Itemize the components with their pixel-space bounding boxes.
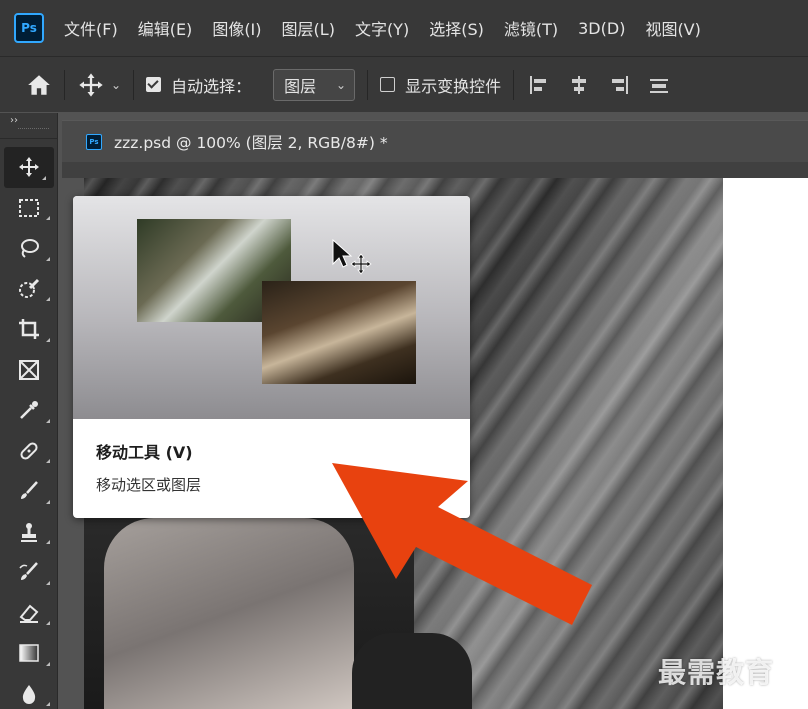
options-separator	[64, 69, 65, 100]
tool-group-indicator	[46, 499, 50, 504]
move-tool-preset-icon[interactable]	[77, 71, 105, 99]
home-icon[interactable]	[26, 72, 52, 98]
brush-tool[interactable]	[0, 471, 58, 512]
tool-group-indicator	[42, 175, 46, 180]
lasso-icon	[21, 239, 39, 259]
tool-group-indicator	[46, 621, 50, 625]
stamp-tool[interactable]	[0, 512, 58, 553]
history-brush-tool[interactable]	[0, 552, 58, 593]
blur-tool[interactable]	[0, 674, 58, 709]
tooltip-preview-animation	[73, 196, 470, 419]
menu-type[interactable]: 文字(Y)	[355, 16, 409, 40]
photoshop-window: Ps 文件(F) 编辑(E) 图像(I) 图层(L) 文字(Y) 选择(S) 滤…	[0, 0, 808, 709]
crop-tool[interactable]	[0, 309, 58, 350]
document-tab[interactable]: Ps zzz.psd @ 100% (图层 2, RGB/8#) *	[62, 120, 808, 162]
menu-bar: Ps 文件(F) 编辑(E) 图像(I) 图层(L) 文字(Y) 选择(S) 滤…	[0, 0, 808, 56]
chevron-down-icon[interactable]: ⌄	[111, 78, 121, 92]
move-icon	[19, 157, 39, 178]
chevron-down-icon: ⌄	[336, 77, 347, 92]
tool-group-indicator	[46, 661, 50, 666]
tools-panel: ››	[0, 113, 58, 709]
eraser-icon	[19, 604, 39, 623]
drop-icon	[22, 684, 36, 704]
toolbar-collapse-handle[interactable]: ››	[0, 113, 57, 139]
quick-select-icon	[19, 278, 40, 298]
rect-marquee-icon	[19, 198, 39, 217]
menu-filter[interactable]: 滤镜(T)	[504, 16, 558, 40]
dropdown-value: 图层	[284, 76, 317, 96]
auto-select-target-dropdown[interactable]: 图层 ⌄	[273, 68, 356, 101]
brush-icon	[21, 481, 38, 500]
history-brush-icon	[19, 562, 38, 581]
crop-icon	[19, 319, 39, 340]
menu-select[interactable]: 选择(S)	[429, 16, 484, 40]
tooltip-description: 移动选区或图层	[96, 476, 202, 494]
options-separator	[367, 69, 369, 100]
tooltip-preview-thumbnail	[262, 281, 416, 384]
lasso-tool[interactable]	[0, 228, 58, 269]
menu-layer[interactable]: 图层(L)	[282, 16, 335, 40]
options-separator	[133, 69, 135, 100]
marquee-tool[interactable]	[0, 188, 58, 229]
options-separator	[513, 69, 515, 100]
align-left-icon[interactable]	[526, 73, 552, 97]
image-figure-shirt	[104, 518, 354, 709]
quick-select-tool[interactable]	[0, 269, 58, 310]
ps-document-icon: Ps	[86, 133, 102, 150]
toolbar-grip[interactable]	[18, 128, 49, 131]
document-tab-title[interactable]: zzz.psd @ 100% (图层 2, RGB/8#) *	[114, 131, 388, 153]
tool-group-indicator	[46, 297, 50, 301]
ps-logo-icon[interactable]: Ps	[14, 13, 44, 43]
menu-image[interactable]: 图像(I)	[212, 16, 261, 40]
menu-file[interactable]: 文件(F)	[64, 16, 118, 40]
healing-tool[interactable]	[0, 431, 58, 472]
tool-group-indicator	[46, 216, 50, 220]
menu-view[interactable]: 视图(V)	[645, 16, 700, 40]
tool-group-indicator	[46, 459, 50, 463]
document-tab-strip	[62, 162, 808, 178]
tool-group-indicator	[46, 337, 50, 342]
red-arrow-annotation	[332, 463, 592, 625]
stamp-icon	[21, 522, 37, 542]
align-horizontal-center-icon[interactable]	[566, 73, 592, 97]
bandage-icon	[20, 442, 38, 460]
show-transform-checkbox[interactable]	[380, 77, 396, 92]
align-top-icon[interactable]	[646, 73, 672, 97]
menu-edit[interactable]: 编辑(E)	[138, 16, 193, 40]
gradient-tool[interactable]	[0, 633, 58, 674]
eyedropper-tool[interactable]	[0, 390, 58, 431]
auto-select-label: 自动选择：	[171, 76, 252, 96]
move-cursor-icon	[332, 238, 372, 275]
tool-group-indicator	[46, 540, 50, 544]
tool-group-indicator	[46, 702, 50, 706]
align-right-icon[interactable]	[606, 73, 632, 97]
move-tool[interactable]	[4, 147, 54, 188]
collapse-icon[interactable]: ››	[10, 115, 18, 126]
menu-3d[interactable]: 3D(D)	[578, 19, 625, 38]
show-transform-label: 显示变换控件	[405, 76, 502, 96]
auto-select-checkbox[interactable]	[146, 77, 162, 92]
options-bar: ⌄ 自动选择： 图层 ⌄ 显示变换控件	[0, 56, 808, 112]
tool-group-indicator	[46, 580, 50, 585]
watermark-text: 最需教育	[658, 656, 775, 689]
frame-tool[interactable]	[0, 350, 58, 391]
frame-icon	[19, 359, 39, 380]
eyedropper-icon	[20, 401, 38, 420]
tooltip-title: 移动工具 (V)	[96, 443, 193, 462]
tool-group-indicator	[46, 418, 50, 423]
image-figure-hand	[352, 633, 472, 709]
gradient-icon	[19, 644, 39, 662]
tool-group-indicator	[46, 256, 50, 261]
eraser-tool[interactable]	[0, 593, 58, 634]
